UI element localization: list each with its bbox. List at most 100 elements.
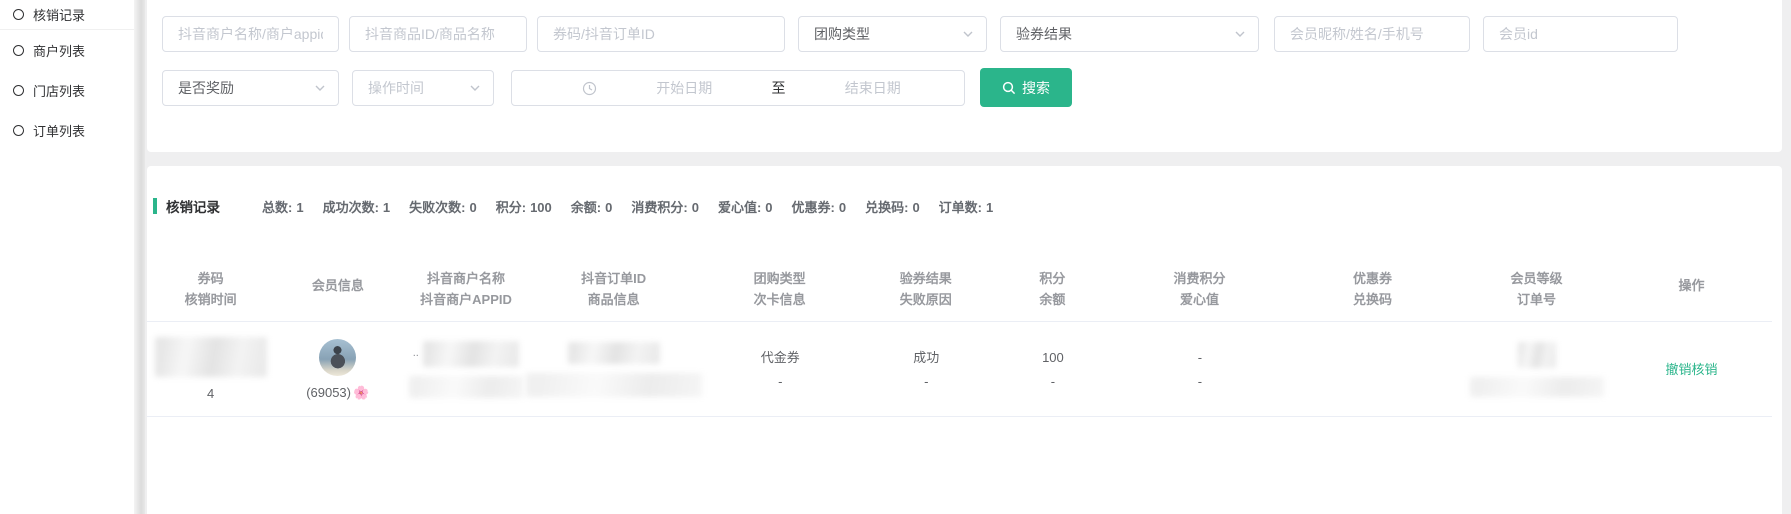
col-header-member: 会员信息 bbox=[274, 256, 401, 321]
start-date-field[interactable]: 开始日期 bbox=[603, 78, 766, 98]
reward-select-value: 是否奖励 bbox=[178, 78, 234, 98]
col-header-coupon-code: 优惠券兑换码 bbox=[1283, 256, 1462, 321]
merchant-name-input[interactable] bbox=[162, 16, 339, 52]
group-type-select-value: 团购类型 bbox=[814, 24, 870, 44]
sidebar-item-label: 商户列表 bbox=[33, 41, 85, 60]
circle-icon bbox=[13, 125, 24, 136]
col-header-points: 积分余额 bbox=[989, 256, 1116, 321]
fail-reason-value: - bbox=[924, 374, 928, 389]
redacted-order-number bbox=[1470, 377, 1604, 397]
cell-coupon-time: 4 bbox=[147, 322, 274, 416]
clock-icon bbox=[582, 81, 597, 96]
col-header-group-type: 团购类型次卡信息 bbox=[697, 256, 863, 321]
stat-love-value: 爱心值:0 bbox=[718, 197, 773, 216]
col-header-member-level: 会员等级订单号 bbox=[1462, 256, 1611, 321]
sidebar-item-label: 门店列表 bbox=[33, 81, 85, 100]
page: 核销记录 商户列表 门店列表 订单列表 团购类型 验券结果 bbox=[0, 0, 1791, 514]
sidebar: 核销记录 商户列表 门店列表 订单列表 bbox=[0, 0, 134, 514]
sidebar-item-label: 订单列表 bbox=[33, 121, 85, 140]
consume-points-value: - bbox=[1198, 350, 1202, 365]
table-row: 4 (69053) 🌸 .. 代金券 bbox=[147, 322, 1772, 417]
col-header-verify-result: 验券结果失败原因 bbox=[863, 256, 989, 321]
balance-value: - bbox=[1051, 374, 1055, 389]
redacted-merchant-appid bbox=[409, 376, 523, 398]
stat-balance: 余额:0 bbox=[571, 197, 613, 216]
sidebar-item-store-list[interactable]: 门店列表 bbox=[0, 70, 134, 110]
points-value: 100 bbox=[1042, 350, 1064, 365]
search-button[interactable]: 搜索 bbox=[980, 68, 1072, 107]
verify-result-select[interactable]: 验券结果 bbox=[1000, 16, 1259, 52]
cell-points: 100 - bbox=[989, 322, 1116, 416]
verify-result-select-value: 验券结果 bbox=[1016, 24, 1072, 44]
stat-points: 积分:100 bbox=[496, 197, 552, 216]
member-avatar[interactable] bbox=[319, 339, 356, 376]
merchant-dots: .. bbox=[413, 346, 419, 361]
panel-title: 核销记录 bbox=[166, 196, 220, 216]
operation-time-select[interactable]: 操作时间 bbox=[352, 70, 494, 106]
stat-total: 总数:1 bbox=[262, 197, 304, 216]
coupon-code-input[interactable] bbox=[537, 16, 785, 52]
stat-success-count: 成功次数:1 bbox=[323, 197, 391, 216]
redacted-merchant-name bbox=[423, 341, 519, 367]
records-panel: 核销记录 总数:1 成功次数:1 失败次数:0 积分:100 余额:0 消费积分… bbox=[147, 166, 1782, 514]
revoke-verification-link[interactable]: 撤销核销 bbox=[1666, 362, 1718, 377]
table-header-row: 券码核销时间 会员信息 抖音商户名称抖音商户APPID 抖音订单ID商品信息 团… bbox=[147, 256, 1772, 322]
flower-badge-icon: 🌸 bbox=[353, 385, 369, 400]
end-date-field[interactable]: 结束日期 bbox=[792, 78, 955, 98]
member-id-value: (69053) bbox=[306, 385, 351, 400]
stat-redeem-codes: 兑换码:0 bbox=[865, 197, 920, 216]
title-marker bbox=[153, 198, 157, 214]
group-type-value: 代金券 bbox=[761, 350, 800, 365]
search-button-label: 搜索 bbox=[1022, 78, 1050, 98]
redacted-coupon-code bbox=[155, 337, 267, 377]
redacted-order-id bbox=[568, 342, 660, 364]
cell-order-info bbox=[530, 322, 697, 416]
chevron-down-icon bbox=[962, 28, 974, 40]
product-id-input[interactable] bbox=[349, 16, 527, 52]
reward-select[interactable]: 是否奖励 bbox=[162, 70, 339, 106]
member-nickname-input[interactable] bbox=[1274, 16, 1470, 52]
date-range-picker[interactable]: 开始日期 至 结束日期 bbox=[511, 70, 965, 106]
cell-merchant: .. bbox=[401, 322, 530, 416]
cell-group-type: 代金券 - bbox=[697, 322, 863, 416]
verify-result-value: 成功 bbox=[913, 350, 939, 365]
col-header-consume-points: 消费积分爱心值 bbox=[1116, 256, 1283, 321]
redacted-product-info bbox=[526, 373, 702, 397]
cell-member-level-order bbox=[1462, 322, 1611, 416]
circle-icon bbox=[13, 85, 24, 96]
stat-fail-count: 失败次数:0 bbox=[409, 197, 477, 216]
cell-action: 撤销核销 bbox=[1611, 322, 1772, 416]
card-info-value: - bbox=[778, 374, 782, 389]
stat-coupons: 优惠券:0 bbox=[792, 197, 847, 216]
col-header-order: 抖音订单ID商品信息 bbox=[531, 256, 697, 321]
love-value: - bbox=[1198, 374, 1202, 389]
stat-consume-points: 消费积分:0 bbox=[631, 197, 699, 216]
cell-verify-result: 成功 - bbox=[863, 322, 989, 416]
cell-coupon-redeem bbox=[1283, 322, 1462, 416]
sidebar-item-verification-records[interactable]: 核销记录 bbox=[0, 0, 134, 30]
chevron-down-icon bbox=[1234, 28, 1246, 40]
chevron-down-icon bbox=[469, 82, 481, 94]
search-icon bbox=[1002, 81, 1016, 95]
sidebar-item-merchant-list[interactable]: 商户列表 bbox=[0, 30, 134, 70]
operation-time-select-placeholder: 操作时间 bbox=[368, 78, 424, 98]
sidebar-scrollbar[interactable] bbox=[134, 0, 145, 514]
col-header-coupon: 券码核销时间 bbox=[147, 256, 274, 321]
date-separator: 至 bbox=[766, 78, 792, 98]
circle-icon bbox=[13, 45, 24, 56]
group-type-select[interactable]: 团购类型 bbox=[798, 16, 987, 52]
filter-panel: 团购类型 验券结果 是否奖励 操作时间 开始日期 至 结束日期 搜索 bbox=[147, 0, 1782, 152]
col-header-action: 操作 bbox=[1611, 256, 1772, 321]
coupon-sub-value: 4 bbox=[207, 386, 214, 401]
redacted-member-level bbox=[1518, 342, 1556, 368]
chevron-down-icon bbox=[314, 82, 326, 94]
cell-consume-points: - - bbox=[1116, 322, 1283, 416]
member-id-input[interactable] bbox=[1483, 16, 1678, 52]
cell-member-info: (69053) 🌸 bbox=[274, 322, 401, 416]
circle-icon bbox=[13, 9, 24, 20]
sidebar-item-label: 核销记录 bbox=[33, 5, 85, 24]
stat-order-count: 订单数:1 bbox=[939, 197, 994, 216]
sidebar-item-order-list[interactable]: 订单列表 bbox=[0, 110, 134, 150]
summary-bar: 核销记录 总数:1 成功次数:1 失败次数:0 积分:100 余额:0 消费积分… bbox=[147, 196, 1782, 216]
col-header-merchant: 抖音商户名称抖音商户APPID bbox=[401, 256, 530, 321]
